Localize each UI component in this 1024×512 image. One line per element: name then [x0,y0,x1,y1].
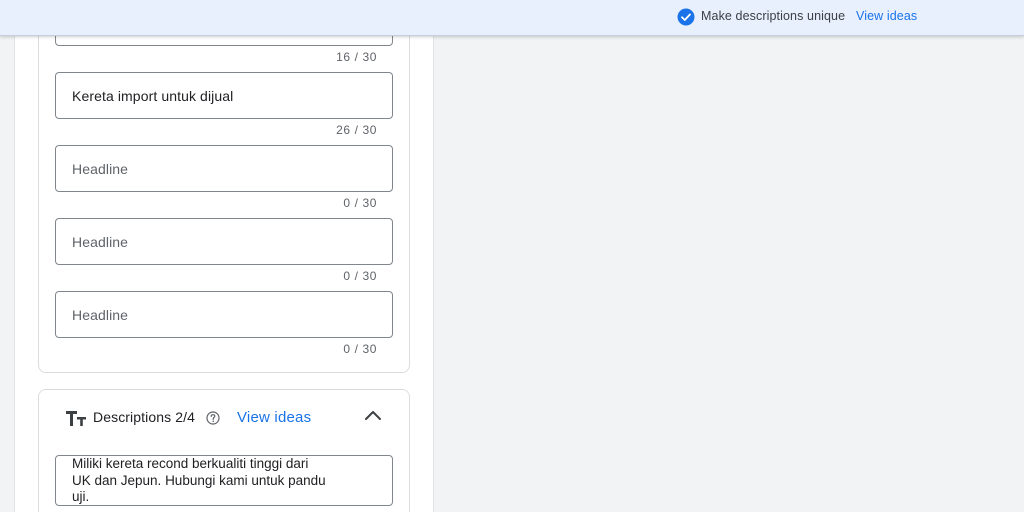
top-banner: Make descriptions unique View ideas [0,0,1024,36]
unique-descriptions-text: Make descriptions unique [701,9,846,23]
headline-2-counter: 26 / 30 [336,123,377,137]
description-line-1: Miliki kereta recond berkualiti tinggi d… [72,456,309,471]
headline-2-value: Kereta import untuk dijual [72,87,234,104]
descriptions-title: Descriptions 2/4 [93,409,195,425]
headline-field-3[interactable]: Headline [55,145,393,192]
headline-3-placeholder: Headline [72,160,129,177]
description-line-2: UK dan Jepun. Hubungi kami untuk pandu [72,472,326,488]
headline-3-counter: 0 / 30 [343,196,377,210]
description-field-1[interactable]: Miliki kereta recond berkualiti tinggi d… [55,455,393,506]
chevron-up-icon[interactable] [362,406,384,424]
headline-1-counter: 16 / 30 [336,50,377,64]
headline-4-placeholder: Headline [72,233,129,250]
headline-field-2[interactable]: Kereta import untuk dijual [55,72,393,119]
headline-field-5[interactable]: Headline [55,291,393,338]
headline-field-4[interactable]: Headline [55,218,393,265]
descriptions-view-ideas-link[interactable]: View ideas [237,409,311,426]
text-fields-icon [66,411,86,426]
check-circle-icon [677,8,695,26]
view-ideas-link[interactable]: View ideas [856,9,917,23]
headline-5-counter: 0 / 30 [343,342,377,356]
headline-4-counter: 0 / 30 [343,269,377,283]
description-line-3: uji. [72,489,90,504]
headline-5-placeholder: Headline [72,306,129,323]
help-circle-icon[interactable] [206,411,220,425]
